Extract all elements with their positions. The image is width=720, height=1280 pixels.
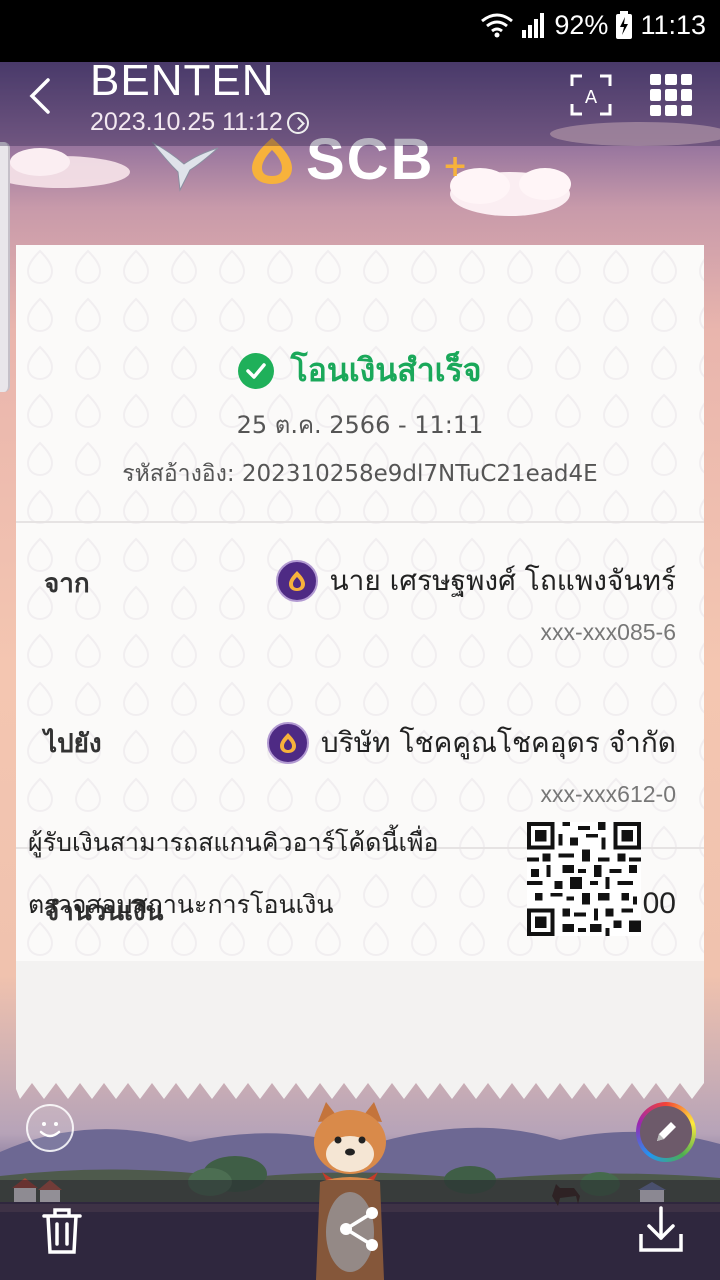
qr-code[interactable] xyxy=(527,822,641,936)
from-name: นาย เศรษฐพงศ์ โถแพงจันทร์ xyxy=(329,564,676,597)
battery-percent: 92% xyxy=(554,9,609,40)
plus-icon: + xyxy=(442,149,468,184)
back-icon[interactable] xyxy=(22,76,62,116)
pencil-icon xyxy=(657,1122,676,1141)
scb-bank-icon xyxy=(266,722,309,764)
chevron-right-icon xyxy=(286,111,309,134)
emoji-reaction-button[interactable] xyxy=(26,1104,74,1152)
share-icon[interactable] xyxy=(336,1204,382,1254)
text-scan-icon[interactable]: A xyxy=(570,74,612,116)
status-bar: 92% 11:13 xyxy=(0,0,720,62)
qr-section xyxy=(16,961,704,1077)
divider xyxy=(16,521,704,523)
smiley-icon xyxy=(39,1122,61,1138)
scb-bank-icon xyxy=(275,560,318,602)
success-text: โอนเงินสำเร็จ xyxy=(290,351,482,389)
side-panel-handle[interactable] xyxy=(0,142,10,392)
wifi-icon xyxy=(480,12,514,38)
transfer-slip: โอนเงินสำเร็จ 25 ต.ค. 2566 - 11:11 รหัสอ… xyxy=(16,245,704,1077)
download-icon[interactable] xyxy=(638,1206,684,1254)
from-label: จาก xyxy=(44,569,90,599)
to-party: บริษัท โชคคูณโชคอุดร จำกัด xyxy=(266,721,676,765)
battery-charging-icon xyxy=(616,11,633,39)
sender-name: BENTEN xyxy=(90,62,275,105)
svg-text:A: A xyxy=(585,87,598,108)
transfer-datetime: 25 ต.ค. 2566 - 11:11 xyxy=(236,411,484,439)
reference-code: รหัสอ้างอิง: 202310258e9dl7NTuC21ead4E xyxy=(122,461,598,487)
to-label: ไปยัง xyxy=(44,729,102,759)
grid-icon[interactable] xyxy=(650,74,692,116)
viewer-bottom-bar xyxy=(0,1180,720,1280)
clock: 11:13 xyxy=(640,9,706,40)
from-account: xxx-xxx085-6 xyxy=(540,619,676,645)
to-account: xxx-xxx612-0 xyxy=(540,781,676,807)
viewer-top-bar: BENTEN 2023.10.25 11:12 A xyxy=(0,62,720,146)
signal-icon xyxy=(522,12,546,38)
trash-icon[interactable] xyxy=(40,1206,84,1256)
check-circle-icon xyxy=(238,352,275,389)
image-viewer[interactable]: SCB + BENTEN 2023.10.25 11:12 A โอนเงินส… xyxy=(0,62,720,1280)
success-status: โอนเงินสำเร็จ xyxy=(16,345,704,396)
edit-button[interactable] xyxy=(636,1102,696,1162)
sent-time-text: 2023.10.25 11:12 xyxy=(90,108,283,136)
from-party: นาย เศรษฐพงศ์ โถแพงจันทร์ xyxy=(275,559,676,603)
qr-instruction-line1: ผู้รับเงินสามารถสแกนคิวอาร์โค้ดนี้เพื่อ xyxy=(28,828,439,857)
to-name: บริษัท โชคคูณโชคอุดร จำกัด xyxy=(320,726,676,759)
sent-time[interactable]: 2023.10.25 11:12 xyxy=(90,108,309,137)
qr-instruction-line2: ตรวจสอบสถานะการโอนเงิน xyxy=(28,890,334,919)
qr-instruction: ผู้รับเงินสามารถสแกนคิวอาร์โค้ดนี้เพื่อ … xyxy=(28,812,498,936)
